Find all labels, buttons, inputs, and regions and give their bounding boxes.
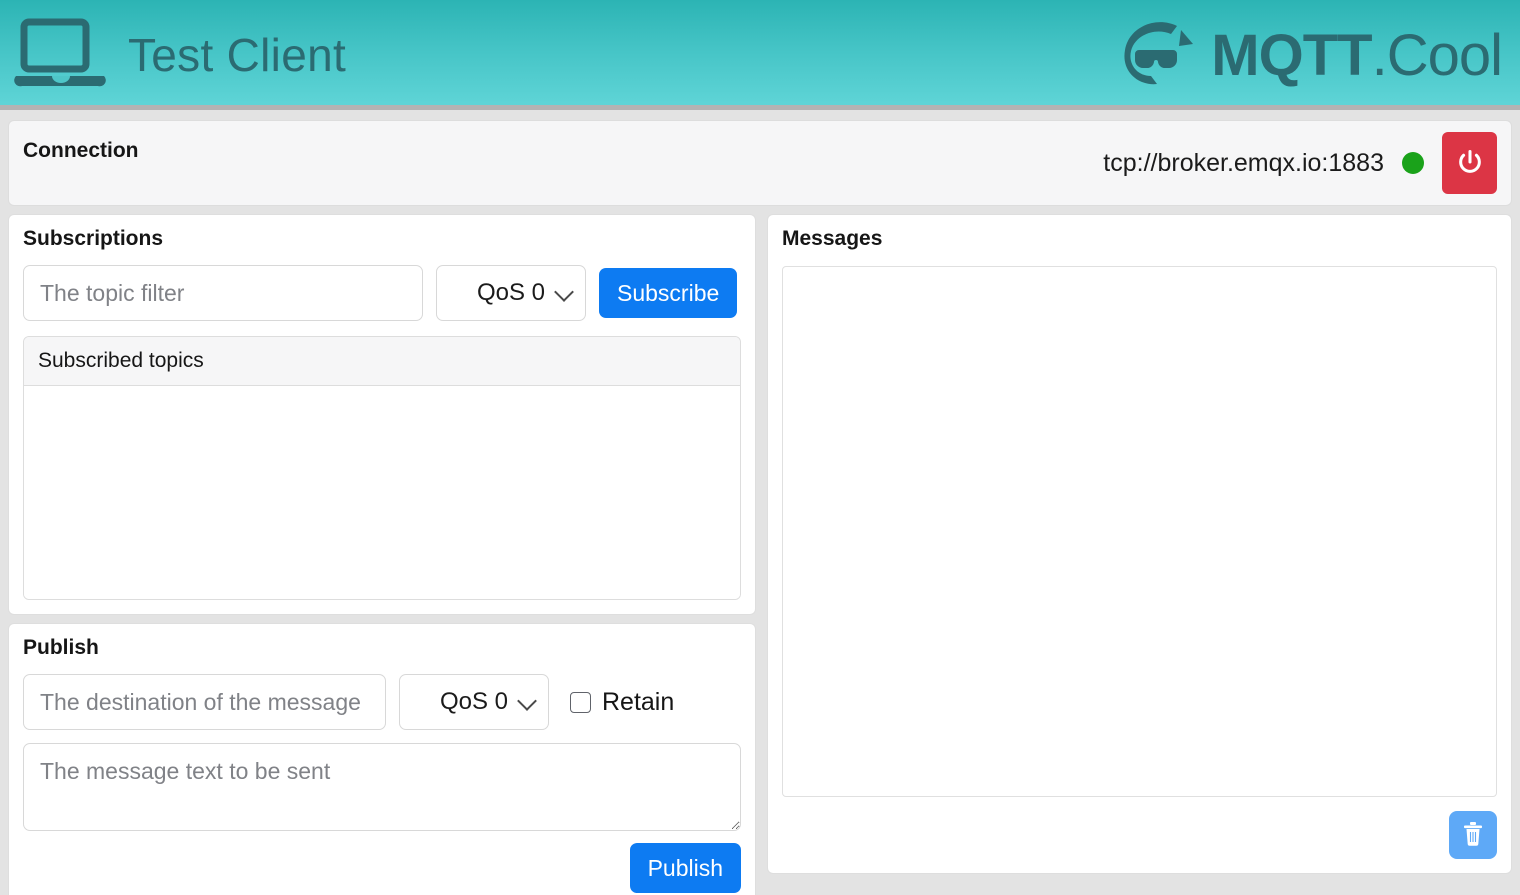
subscribe-qos-select[interactable]: QoS 0 [436, 265, 586, 321]
topic-filter-input[interactable] [23, 265, 423, 321]
brand-logo: MQTT.Cool [1115, 20, 1508, 90]
messages-list[interactable] [782, 266, 1497, 797]
disconnect-button[interactable] [1442, 132, 1497, 194]
broker-url: tcp://broker.emqx.io:1883 [1103, 149, 1384, 178]
publish-actions: Publish [23, 843, 741, 893]
messages-panel: Messages [767, 214, 1512, 874]
page-body: Connection tcp://broker.emqx.io:1883 Sub… [0, 110, 1520, 895]
right-column: Messages [767, 214, 1512, 874]
left-column: Subscriptions QoS 0 Subscribe Subscribed… [8, 214, 756, 895]
connection-status-indicator [1402, 152, 1424, 174]
subscribe-form: QoS 0 Subscribe [23, 265, 741, 321]
power-icon [1456, 148, 1484, 179]
subscribed-topics-title: Subscribed topics [24, 337, 740, 386]
subscriptions-title: Subscriptions [23, 227, 741, 251]
messages-actions [782, 811, 1497, 859]
connection-panel: Connection tcp://broker.emqx.io:1883 [8, 120, 1512, 206]
publish-qos-select[interactable]: QoS 0 [399, 674, 549, 730]
chevron-down-icon [517, 691, 537, 711]
publish-title: Publish [23, 636, 741, 660]
brand-left: Test Client [14, 18, 346, 92]
retain-checkbox[interactable] [570, 692, 591, 713]
mqtt-cool-face-icon [1115, 20, 1201, 90]
connection-title: Connection [23, 139, 139, 163]
logo-text-light: .Cool [1372, 23, 1502, 88]
subscribe-qos-value: QoS 0 [477, 279, 545, 307]
laptop-icon [14, 18, 110, 92]
publish-button[interactable]: Publish [630, 843, 741, 893]
clear-messages-button[interactable] [1449, 811, 1497, 859]
logo-text: MQTT.Cool [1211, 22, 1502, 89]
app-header: Test Client MQTT.Cool [0, 0, 1520, 110]
publish-form: QoS 0 Retain [23, 674, 741, 730]
publish-destination-input[interactable] [23, 674, 386, 730]
retain-label: Retain [602, 688, 674, 717]
trash-icon [1461, 821, 1485, 850]
messages-title: Messages [782, 227, 1497, 251]
subscribed-topics-box: Subscribed topics [23, 336, 741, 600]
publish-qos-value: QoS 0 [440, 688, 508, 716]
subscribed-topics-list[interactable] [24, 386, 740, 599]
publish-message-textarea[interactable] [23, 743, 741, 831]
connection-status-group: tcp://broker.emqx.io:1883 [1103, 132, 1497, 194]
publish-panel: Publish QoS 0 Retain Publish [8, 623, 756, 895]
subscribe-button[interactable]: Subscribe [599, 268, 737, 318]
logo-text-bold: MQTT [1211, 23, 1371, 88]
chevron-down-icon [554, 282, 574, 302]
main-columns: Subscriptions QoS 0 Subscribe Subscribed… [8, 214, 1512, 895]
app-title: Test Client [128, 28, 346, 82]
retain-group: Retain [570, 688, 674, 717]
subscriptions-panel: Subscriptions QoS 0 Subscribe Subscribed… [8, 214, 756, 615]
